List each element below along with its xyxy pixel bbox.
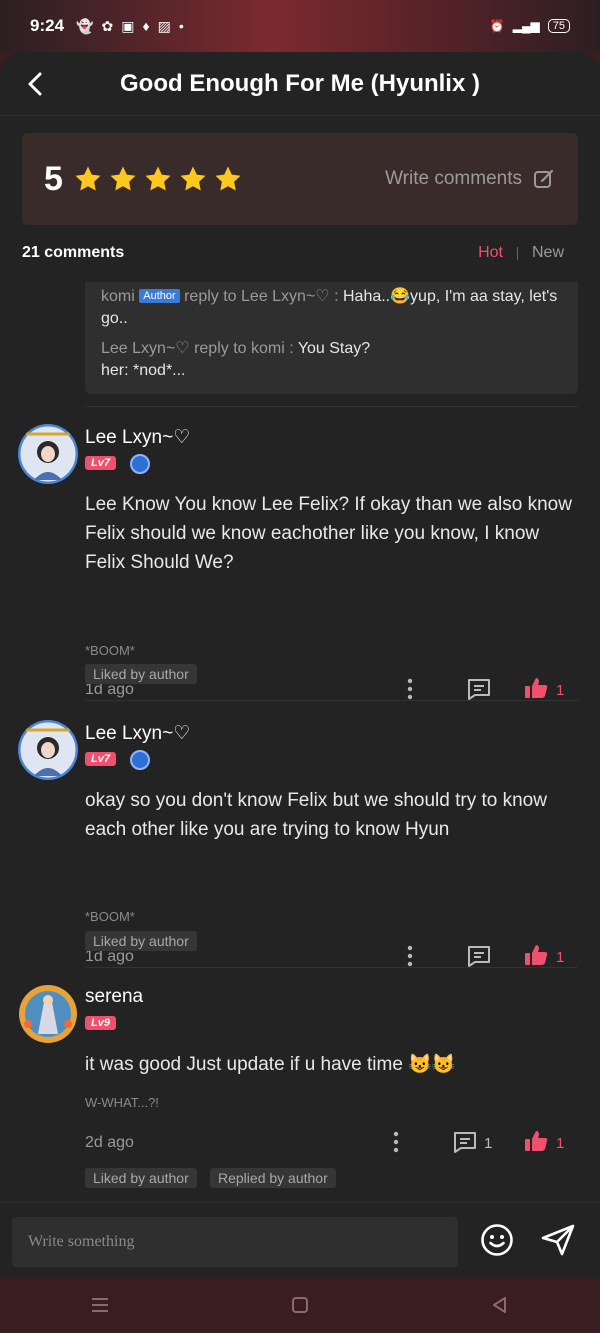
comment-text: okay so you don't know Felix but we shou… — [85, 790, 547, 840]
level-badge: Lv9 — [85, 1016, 116, 1030]
reply-icon[interactable] — [466, 944, 492, 968]
reply-prefix: reply to Lee Lxyn~♡ : — [179, 288, 343, 305]
comment-item: Lee Lxyn~♡ Lv7 okay so you don't know Fe… — [0, 720, 600, 967]
star-icon — [75, 166, 101, 191]
edit-icon — [534, 169, 554, 188]
comment-note: *BOOM* — [85, 909, 135, 924]
comment-text: Lee Know You know Lee Felix? If okay tha… — [85, 494, 572, 573]
thumbs-up-icon[interactable] — [523, 1129, 549, 1153]
sort-divider — [516, 246, 518, 260]
battery-icon: 75 — [547, 19, 570, 33]
header: Good Enough For Me (Hyunlix ) — [0, 52, 600, 116]
rating-panel: 5 Write comments — [22, 133, 578, 225]
more-options-icon[interactable] — [393, 1131, 399, 1153]
comment-time: 2d ago — [85, 1134, 134, 1151]
reply-icon[interactable] — [466, 677, 492, 701]
more-options-icon[interactable] — [407, 678, 413, 700]
sort-hot-tab[interactable]: Hot — [478, 244, 503, 262]
thumbs-up-icon[interactable] — [523, 943, 549, 967]
rating-stars — [73, 164, 243, 194]
reply-text: You Stay? — [297, 340, 371, 357]
verified-badge-icon — [130, 454, 150, 474]
reply-item: komi Author reply to Lee Lxyn~♡ : Haha..… — [101, 286, 562, 330]
thumbs-up-icon[interactable] — [523, 676, 549, 700]
divider — [85, 406, 578, 407]
author-badge: Author — [139, 289, 180, 303]
reply-user: Lee Lxyn~♡ — [101, 340, 190, 357]
divider — [85, 700, 578, 701]
reply-thread[interactable]: komi Author reply to Lee Lxyn~♡ : Haha..… — [85, 282, 578, 394]
send-icon[interactable] — [540, 1223, 576, 1257]
write-comments-label: Write comments — [385, 168, 522, 189]
comment-item: Lee Lxyn~♡ Lv7 Lee Know You know Lee Fel… — [0, 424, 600, 700]
like-count: 1 — [556, 1135, 565, 1152]
replied-by-author-tag: Replied by author — [210, 1168, 336, 1188]
composer-bar — [0, 1202, 600, 1277]
sort-toggle: Hot New — [478, 244, 578, 262]
star-icon — [215, 166, 241, 191]
comment-input[interactable] — [12, 1217, 458, 1267]
write-comments-button[interactable]: Write comments — [385, 167, 556, 191]
level-badge: Lv7 — [85, 456, 116, 470]
app-icon: ✿ — [101, 17, 114, 34]
liked-by-author-tag: Liked by author — [85, 931, 197, 951]
page-title: Good Enough For Me (Hyunlix ) — [120, 69, 480, 97]
liked-by-author-tag: Liked by author — [85, 664, 197, 684]
verified-badge-icon — [130, 750, 150, 770]
comments-count: 21 comments — [22, 244, 125, 261]
system-nav-bar — [0, 1277, 600, 1333]
system-icons: ⏰ ▂▄▆ 75 — [490, 19, 570, 33]
alarm-icon: ⏰ — [489, 19, 505, 33]
signal-icon: ▂▄▆ — [512, 19, 540, 33]
divider — [85, 967, 578, 968]
comment-author[interactable]: serena — [85, 986, 143, 1008]
reply-prefix: reply to komi : — [189, 340, 298, 357]
back-icon[interactable] — [489, 1295, 511, 1315]
emoji-icon[interactable] — [480, 1223, 514, 1257]
status-bar: 9:24 👻 ✿ ▣ ♦ ▨ • ⏰ ▂▄▆ 75 — [0, 0, 600, 52]
comment-item: serena Lv9 it was good Just update if u … — [0, 984, 600, 1224]
liked-by-author-tag: Liked by author — [85, 1168, 197, 1188]
app-icon: ▣ — [121, 17, 135, 34]
menu-icon[interactable] — [89, 1295, 111, 1315]
comment-author[interactable]: Lee Lxyn~♡ — [85, 426, 190, 449]
star-icon — [110, 166, 136, 191]
avatar[interactable] — [18, 984, 78, 1044]
comment-text: it was good Just update if u have time 😺… — [85, 1054, 456, 1075]
like-count: 1 — [556, 949, 565, 966]
reply-user: komi — [101, 288, 135, 305]
comment-author[interactable]: Lee Lxyn~♡ — [85, 722, 190, 745]
level-badge: Lv7 — [85, 752, 116, 766]
status-time: 9:24 — [30, 16, 65, 35]
reply-count: 1 — [484, 1135, 493, 1152]
reply-icon[interactable] — [452, 1130, 478, 1154]
gallery-icon: ▨ — [157, 17, 171, 34]
reply-text-line2: her: *nod*... — [101, 362, 186, 379]
comments-sheet: Good Enough For Me (Hyunlix ) 5 Write co… — [0, 52, 600, 1277]
comments-count-row: 21 comments Hot New — [22, 244, 578, 262]
rating-value: 5 — [44, 159, 63, 198]
more-options-icon[interactable] — [407, 945, 413, 967]
avatar[interactable] — [18, 424, 78, 484]
dot-icon: • — [178, 18, 184, 34]
comment-note: *BOOM* — [85, 643, 135, 658]
star-icon — [180, 166, 206, 191]
home-icon[interactable] — [289, 1295, 311, 1315]
reply-item: Lee Lxyn~♡ reply to komi : You Stay? her… — [101, 338, 562, 382]
snapchat-icon: 👻 — [76, 17, 94, 34]
comment-note: W-WHAT...?! — [85, 1095, 159, 1110]
notification-icons: 👻 ✿ ▣ ♦ ▨ • — [76, 18, 184, 35]
like-count: 1 — [556, 682, 565, 699]
star-icon — [145, 166, 171, 191]
app-icon: ♦ — [142, 18, 150, 34]
back-arrow-icon[interactable] — [22, 68, 50, 100]
avatar[interactable] — [18, 720, 78, 780]
sort-new-tab[interactable]: New — [532, 244, 578, 262]
